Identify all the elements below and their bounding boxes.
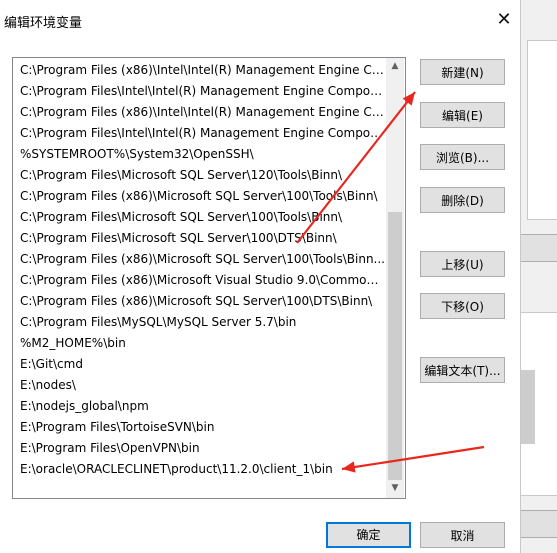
ok-button[interactable]: 确定	[326, 522, 411, 548]
move-down-button[interactable]: 下移(O)	[420, 293, 505, 319]
edit-button[interactable]: 编辑(E)	[420, 102, 505, 128]
path-list-item[interactable]: C:\Program Files\Microsoft SQL Server\10…	[13, 228, 385, 249]
path-list-item[interactable]: C:\Program Files\Microsoft SQL Server\12…	[13, 165, 385, 186]
title-bar: 编辑环境变量 ✕	[0, 0, 520, 40]
path-list-item[interactable]: C:\Program Files (x86)\Intel\Intel(R) Ma…	[13, 60, 385, 81]
path-list-item[interactable]: %SYSTEMROOT%\System32\OpenSSH\	[13, 144, 385, 165]
scroll-up-icon[interactable]: ▲	[386, 58, 404, 75]
edit-text-button[interactable]: 编辑文本(T)...	[420, 357, 505, 383]
scroll-down-icon[interactable]: ▼	[386, 480, 404, 497]
move-up-button[interactable]: 上移(U)	[420, 251, 505, 277]
close-icon[interactable]: ✕	[492, 8, 516, 32]
vertical-scrollbar[interactable]: ▲ ▼	[386, 58, 404, 498]
path-list-item[interactable]: C:\Program Files (x86)\Microsoft SQL Ser…	[13, 186, 385, 207]
path-list-item[interactable]: C:\Program Files\Intel\Intel(R) Manageme…	[13, 81, 385, 102]
background-list-box	[527, 40, 557, 220]
path-list-item[interactable]: C:\Program Files\Intel\Intel(R) Manageme…	[13, 123, 385, 144]
new-button[interactable]: 新建(N)	[420, 59, 505, 85]
path-list-item[interactable]: E:\nodejs_global\npm	[13, 396, 385, 417]
path-list-item[interactable]: E:\Git\cmd	[13, 354, 385, 375]
path-list-item[interactable]: E:\nodes\	[13, 375, 385, 396]
path-list-item[interactable]: E:\Program Files\TortoiseSVN\bin	[13, 417, 385, 438]
scrollbar-thumb[interactable]	[388, 212, 402, 480]
path-list-item[interactable]: C:\Program Files (x86)\Intel\Intel(R) Ma…	[13, 102, 385, 123]
path-list-item[interactable]: C:\Program Files (x86)\Microsoft SQL Ser…	[13, 291, 385, 312]
background-scrollbar	[521, 370, 535, 444]
path-list-item[interactable]: E:\oracle\ORACLECLINET\product\11.2.0\cl…	[13, 459, 385, 480]
path-list-item[interactable]: C:\Program Files (x86)\Microsoft SQL Ser…	[13, 249, 385, 270]
path-list-item[interactable]: C:\Program Files\Microsoft SQL Server\10…	[13, 207, 385, 228]
background-button	[519, 234, 557, 262]
background-button	[519, 510, 557, 538]
cancel-button[interactable]: 取消	[420, 522, 505, 548]
path-list-item[interactable]: E:\Program Files\OpenVPN\bin	[13, 438, 385, 459]
path-list[interactable]: C:\Program Files (x86)\Intel\Intel(R) Ma…	[12, 57, 406, 499]
path-list-item[interactable]: C:\Program Files (x86)\Microsoft Visual …	[13, 270, 385, 291]
path-list-item[interactable]: C:\Program Files\MySQL\MySQL Server 5.7\…	[13, 312, 385, 333]
browse-button[interactable]: 浏览(B)...	[420, 144, 505, 170]
edit-env-variable-dialog: 编辑环境变量 ✕ C:\Program Files (x86)\Intel\In…	[0, 0, 521, 553]
path-list-items: C:\Program Files (x86)\Intel\Intel(R) Ma…	[13, 60, 385, 480]
path-list-item[interactable]: %M2_HOME%\bin	[13, 333, 385, 354]
dialog-title: 编辑环境变量	[4, 16, 83, 31]
delete-button[interactable]: 删除(D)	[420, 187, 505, 213]
